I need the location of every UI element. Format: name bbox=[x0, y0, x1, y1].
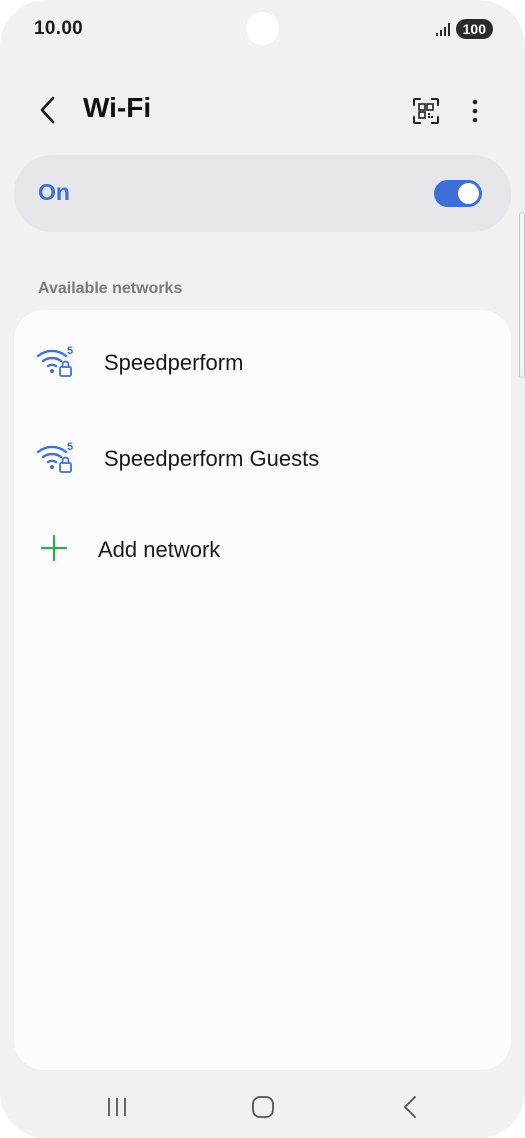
network-item[interactable]: 5 Speedperform bbox=[14, 318, 511, 398]
networks-list: 5 Speedperform 5 Speedperform Guests Add… bbox=[14, 310, 511, 1070]
scrollbar[interactable] bbox=[519, 212, 525, 378]
back-arrow-icon[interactable] bbox=[34, 92, 64, 128]
recent-apps-icon[interactable] bbox=[106, 1096, 128, 1118]
wifi-toggle-row[interactable]: On bbox=[14, 155, 511, 232]
more-options-icon[interactable] bbox=[465, 95, 485, 127]
add-network-button[interactable]: Add network bbox=[14, 510, 511, 590]
navigation-bar bbox=[0, 1076, 525, 1138]
network-name: Speedperform Guests bbox=[104, 446, 320, 471]
add-network-label: Add network bbox=[98, 537, 221, 562]
wifi-5ghz-locked-icon: 5 bbox=[36, 441, 73, 473]
qr-code-scan-icon[interactable] bbox=[410, 95, 442, 127]
network-name: Speedperform bbox=[104, 350, 244, 375]
wifi-toggle-switch[interactable] bbox=[434, 180, 482, 207]
status-icons: 100 bbox=[435, 19, 493, 39]
network-item[interactable]: 5 Speedperform Guests bbox=[14, 414, 511, 494]
page-title: Wi-Fi bbox=[83, 92, 152, 123]
status-time: 10.00 bbox=[34, 18, 84, 39]
plus-icon bbox=[40, 534, 68, 562]
available-networks-label: Available networks bbox=[38, 280, 183, 297]
svg-text:5: 5 bbox=[67, 441, 73, 453]
signal-icon bbox=[435, 22, 450, 36]
phone-screen: 10.00 100 Wi-Fi On Available networks 5 … bbox=[0, 0, 525, 1138]
home-icon[interactable] bbox=[251, 1095, 275, 1119]
svg-text:5: 5 bbox=[67, 345, 73, 357]
camera-hole bbox=[246, 12, 279, 45]
back-icon[interactable] bbox=[400, 1095, 420, 1119]
toggle-knob bbox=[458, 183, 479, 204]
battery-icon: 100 bbox=[455, 19, 493, 39]
wifi-5ghz-locked-icon: 5 bbox=[36, 345, 73, 377]
wifi-toggle-label: On bbox=[38, 179, 70, 205]
